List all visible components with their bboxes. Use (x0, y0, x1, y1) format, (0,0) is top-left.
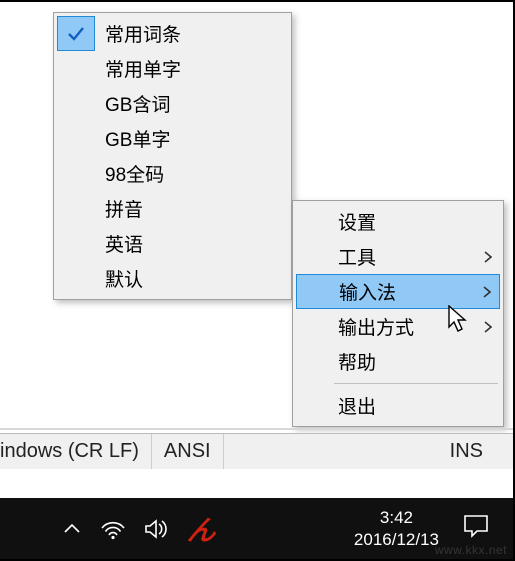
menu-item-settings[interactable]: 设置 (296, 204, 500, 239)
clock-time: 3:42 (354, 507, 439, 528)
menu-item-label: 退出 (332, 392, 500, 419)
submenu-item-pinyin[interactable]: 拼音 (57, 191, 288, 226)
menu-item-tools[interactable]: 工具 (296, 239, 500, 274)
submenu-item-common-chars[interactable]: 常用单字 (57, 51, 288, 86)
check-gutter (57, 51, 95, 86)
check-gutter (57, 156, 95, 191)
check-gutter (57, 226, 95, 261)
submenu-item-gb-words[interactable]: GB含词 (57, 86, 288, 121)
editor-statusbar: indows (CR LF) ANSI INS (0, 433, 513, 469)
watermark-text: www.kkx.net (435, 543, 507, 557)
status-line-ending-label: indows (CR LF) (0, 440, 139, 463)
menu-item-output-mode[interactable]: 输出方式 (296, 309, 500, 344)
check-gutter (57, 191, 95, 226)
ime-submenu: 常用词条 常用单字 GB含词 GB单字 98全码 拼音 英语 默认 (53, 12, 292, 300)
submenu-item-english[interactable]: 英语 (57, 226, 288, 261)
menu-separator (334, 383, 498, 384)
menu-item-input-method[interactable]: 输入法 (296, 274, 500, 309)
menu-item-label: 帮助 (332, 348, 500, 375)
menu-item-label: 设置 (332, 208, 500, 235)
statusbar-top-border (0, 428, 513, 430)
status-insert-mode[interactable]: INS (438, 434, 513, 469)
menu-item-exit[interactable]: 退出 (296, 388, 500, 423)
status-insert-mode-label: INS (450, 440, 483, 463)
windows-taskbar: ん 3:42 2016/12/13 www.kkx.net (0, 498, 513, 559)
check-gutter (57, 121, 95, 156)
submenu-item-label: 常用单字 (95, 55, 181, 82)
tray-overflow-icon[interactable] (62, 519, 82, 539)
status-encoding[interactable]: ANSI (152, 434, 224, 469)
check-gutter (57, 86, 95, 121)
submenu-item-98-full[interactable]: 98全码 (57, 156, 288, 191)
submenu-item-label: GB单字 (95, 125, 170, 152)
status-encoding-label: ANSI (164, 440, 211, 463)
check-icon (57, 16, 95, 51)
submenu-item-gb-chars[interactable]: GB单字 (57, 121, 288, 156)
action-center-icon[interactable] (455, 514, 513, 543)
wifi-icon[interactable] (100, 518, 126, 540)
submenu-item-label: 常用词条 (95, 20, 181, 47)
chevron-right-icon (476, 321, 500, 333)
ime-context-menu: 设置 工具 输入法 输出方式 帮助 退出 (292, 200, 504, 427)
menu-item-label: 输入法 (333, 278, 475, 305)
submenu-item-label: 默认 (95, 265, 143, 292)
submenu-item-label: 98全码 (95, 160, 164, 187)
check-gutter (57, 261, 95, 296)
ime-tray-icon[interactable]: ん (185, 509, 219, 549)
clock-date: 2016/12/13 (354, 529, 439, 550)
menu-item-label: 工具 (332, 243, 476, 270)
menu-item-help[interactable]: 帮助 (296, 344, 500, 379)
volume-icon[interactable] (144, 518, 170, 540)
submenu-item-common-phrases[interactable]: 常用词条 (57, 16, 288, 51)
submenu-item-label: 英语 (95, 230, 143, 257)
chevron-right-icon (475, 286, 499, 298)
status-line-ending[interactable]: indows (CR LF) (0, 434, 152, 469)
submenu-item-default[interactable]: 默认 (57, 261, 288, 296)
chevron-right-icon (476, 251, 500, 263)
submenu-item-label: GB含词 (95, 90, 170, 117)
submenu-item-label: 拼音 (95, 195, 143, 222)
menu-item-label: 输出方式 (332, 313, 476, 340)
